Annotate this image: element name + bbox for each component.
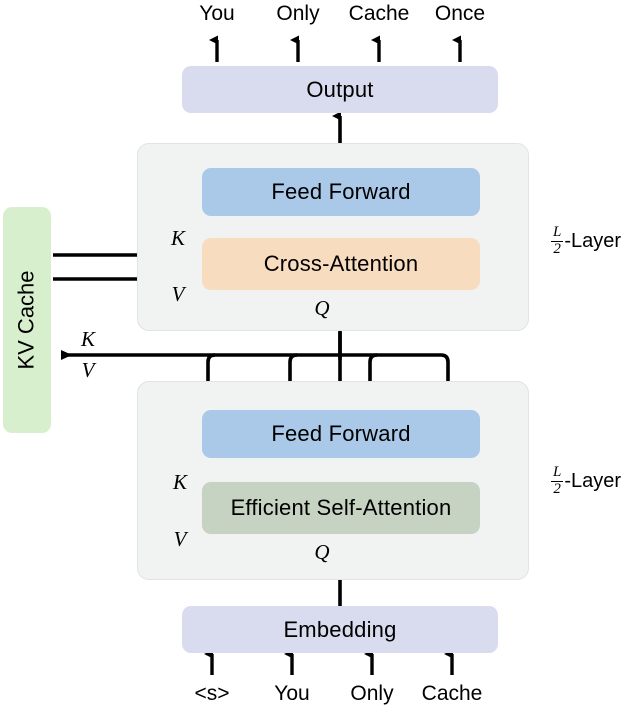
- cross-attention-q-label: Q: [314, 296, 330, 320]
- output-block[interactable]: Output: [182, 66, 498, 113]
- feed-forward-bottom-block[interactable]: Feed Forward: [202, 410, 480, 458]
- bottom-layer-count-label: L 2 -Layer: [551, 464, 622, 498]
- self-attention-k-label: K: [172, 470, 188, 494]
- cross-attention-block[interactable]: Cross-Attention: [202, 238, 480, 290]
- self-attention-v-label: V: [173, 527, 187, 551]
- kv-cache-block[interactable]: KV Cache: [3, 207, 51, 433]
- bottom-layer-denominator: 2: [553, 481, 561, 498]
- output-token-3: Once: [434, 2, 486, 25]
- output-token-0: You: [199, 2, 235, 25]
- feed-forward-top-block[interactable]: Feed Forward: [202, 168, 480, 216]
- bottom-layer-suffix: -Layer: [564, 470, 622, 492]
- input-token-2: Only: [350, 682, 394, 705]
- top-layer-suffix: -Layer: [564, 230, 622, 252]
- cross-attention-k-label: K: [170, 226, 186, 250]
- input-token-1: You: [274, 682, 310, 705]
- top-layer-count-label: L 2 -Layer: [551, 224, 622, 258]
- self-attention-q-label: Q: [314, 540, 330, 564]
- kv-cache-in-k-label: K: [80, 327, 96, 351]
- input-token-0: <s>: [194, 682, 230, 705]
- output-token-1: Only: [276, 2, 320, 25]
- input-token-3: Cache: [421, 682, 483, 705]
- top-layer-denominator: 2: [553, 241, 561, 258]
- yoco-architecture-diagram: You Only Cache Once Output Feed Forward …: [0, 0, 640, 717]
- top-layer-numerator: L: [553, 224, 562, 240]
- output-token-2: Cache: [348, 2, 410, 25]
- kv-cache-label: KV Cache: [14, 270, 39, 370]
- bottom-layer-fraction: L 2: [551, 464, 564, 498]
- bottom-layer-numerator: L: [553, 464, 562, 480]
- efficient-self-attention-block[interactable]: Efficient Self-Attention: [202, 482, 480, 534]
- top-layer-fraction: L 2: [551, 224, 564, 258]
- embedding-block[interactable]: Embedding: [182, 606, 498, 653]
- cross-attention-v-label: V: [171, 282, 185, 306]
- kv-cache-in-v-label: V: [81, 358, 95, 382]
